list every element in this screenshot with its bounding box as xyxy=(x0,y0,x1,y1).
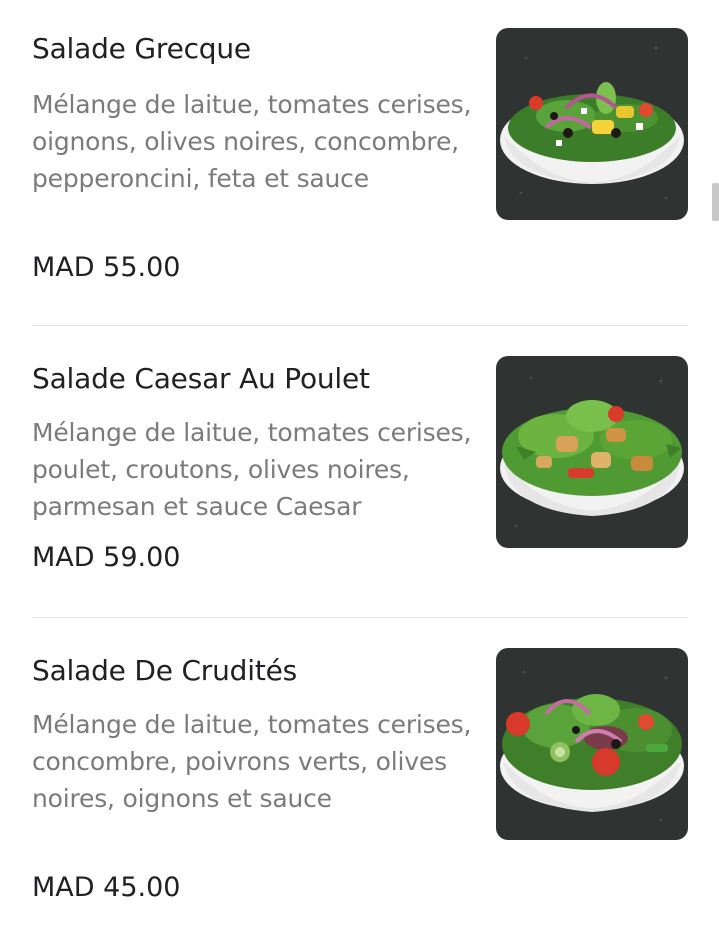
item-price: MAD 59.00 xyxy=(32,542,181,573)
item-description: Mélange de laitue, tomates cerises, conc… xyxy=(32,710,472,813)
menu-page: Salade Grecque Mélange de laitue, tomate… xyxy=(0,0,719,936)
greek-salad-photo[interactable] xyxy=(496,28,688,220)
divider xyxy=(32,325,688,326)
item-price: MAD 55.00 xyxy=(32,252,181,283)
item-description: Mélange de laitue, tomates cerises, poul… xyxy=(32,418,472,521)
divider xyxy=(32,617,688,618)
scrollbar[interactable] xyxy=(712,183,719,221)
menu-item-caesar-salad[interactable]: Salade Caesar Au Poulet Mélange de laitu… xyxy=(32,356,688,582)
item-title: Salade De Crudités xyxy=(32,654,298,687)
crudites-salad-photo[interactable] xyxy=(496,648,688,840)
item-title: Salade Grecque xyxy=(32,32,251,65)
menu-item-greek-salad[interactable]: Salade Grecque Mélange de laitue, tomate… xyxy=(32,28,688,292)
item-title: Salade Caesar Au Poulet xyxy=(32,362,370,395)
caesar-salad-photo[interactable] xyxy=(496,356,688,548)
menu-item-crudites-salad[interactable]: Salade De Crudités Mélange de laitue, to… xyxy=(32,648,688,914)
item-price: MAD 45.00 xyxy=(32,872,181,903)
item-description: Mélange de laitue, tomates cerises, oign… xyxy=(32,90,472,193)
